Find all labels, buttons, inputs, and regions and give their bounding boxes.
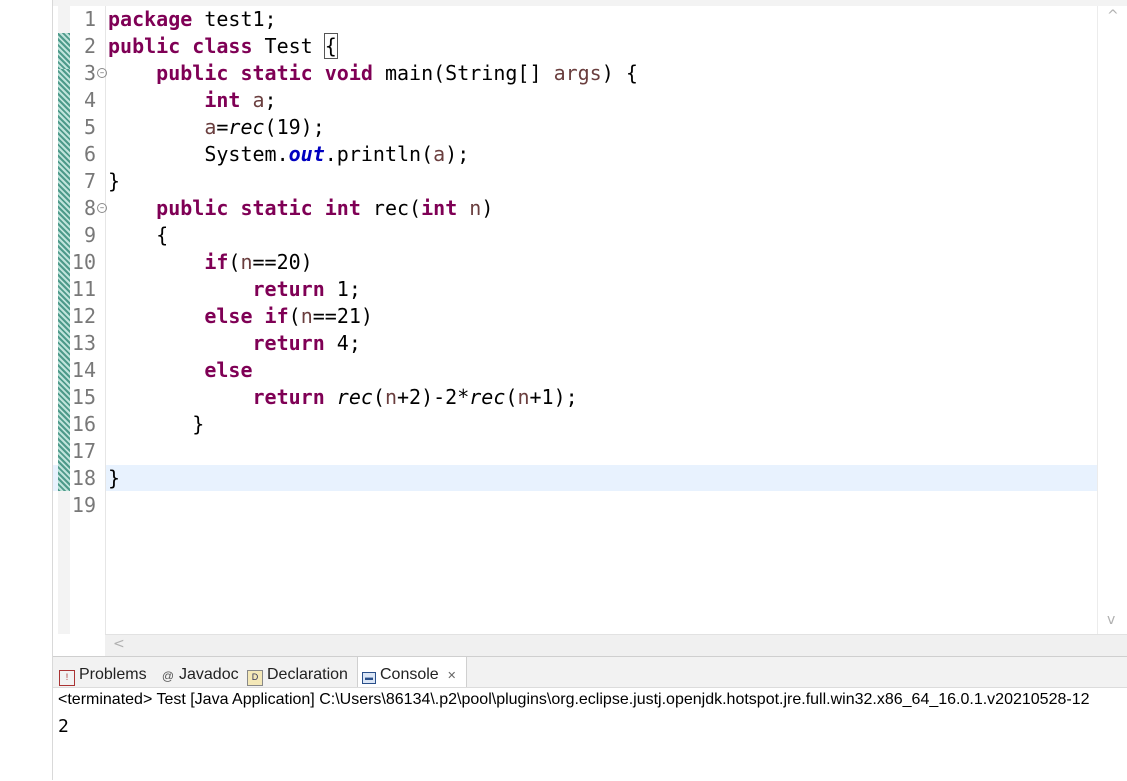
line-number: 2 — [83, 34, 96, 58]
code-line-4: int a; — [204, 88, 277, 112]
code-line-6: System.out.println(a); — [204, 142, 470, 166]
code-line-18: } — [108, 466, 121, 490]
line-number: 9 — [83, 223, 96, 247]
tab-label: Problems — [79, 666, 147, 683]
line-number: 15 — [71, 385, 96, 409]
line-number: 16 — [71, 412, 96, 436]
scroll-down-icon[interactable]: v — [1107, 612, 1115, 628]
line-number: 10 — [71, 250, 96, 274]
code-line-13: return 4; — [252, 331, 361, 355]
console-icon: ▬ — [362, 672, 376, 684]
console-status-line: <terminated> Test [Java Application] C:\… — [58, 691, 1090, 708]
code-line-16: } — [192, 412, 205, 436]
code-line-10: if(n==20) — [204, 250, 313, 274]
scroll-up-icon[interactable]: ^ — [1107, 8, 1119, 24]
console-output[interactable]: 2 — [58, 715, 69, 739]
fold-collapse-icon[interactable]: − — [97, 68, 107, 78]
line-number: 8 — [83, 196, 96, 220]
problems-icon: ! — [59, 670, 75, 686]
code-line-3: public static void main(String[] args) { — [156, 61, 638, 85]
line-number: 3 — [83, 61, 96, 85]
code-line-15: return rec(n+2)-2*rec(n+1); — [252, 385, 578, 409]
matching-brace: { — [323, 33, 338, 59]
view-tab-bar: ! Problems @ Javadoc D Declaration ▬ Console… — [53, 657, 1127, 688]
quick-diff-marker — [58, 69, 70, 491]
line-number: 17 — [71, 439, 96, 463]
horizontal-scrollbar[interactable]: < > — [105, 634, 1127, 657]
tab-label: Console — [380, 666, 439, 683]
code-line-1: package test1; — [108, 7, 277, 31]
line-number: 11 — [71, 277, 96, 301]
line-number: 6 — [83, 142, 96, 166]
tab-label: Declaration — [267, 666, 348, 683]
fold-collapse-icon[interactable]: − — [97, 203, 107, 213]
current-line-highlight — [53, 465, 1097, 491]
code-line-14: else — [204, 358, 253, 382]
declaration-icon: D — [247, 670, 263, 686]
code-line-8: public static int rec(int n) — [156, 196, 494, 220]
scroll-left-icon[interactable]: < — [113, 636, 125, 652]
tab-problems[interactable]: ! Problems — [59, 657, 147, 687]
quick-diff-marker — [58, 33, 70, 69]
tab-console[interactable]: ▬ Console ✕ — [357, 657, 468, 687]
code-line-7: } — [108, 169, 121, 193]
code-line-5: a=rec(19); — [204, 115, 325, 139]
javadoc-icon: @ — [161, 669, 175, 683]
line-number: 19 — [71, 493, 96, 517]
close-icon[interactable]: ✕ — [447, 670, 456, 682]
line-number: 14 — [71, 358, 96, 382]
code-line-2: public class Test { — [108, 33, 338, 59]
console-view: ! Problems @ Javadoc D Declaration ▬ Console… — [53, 656, 1127, 781]
left-margin-panel — [0, 0, 53, 780]
line-number: 12 — [71, 304, 96, 328]
code-line-12: else if(n==21) — [204, 304, 373, 328]
line-number: 7 — [83, 169, 96, 193]
tab-label: Javadoc — [179, 666, 239, 683]
vertical-scrollbar[interactable]: ^ v — [1097, 6, 1127, 634]
line-number: 13 — [71, 331, 96, 355]
tab-javadoc[interactable]: @ Javadoc — [161, 657, 239, 687]
line-number: 1 — [83, 7, 96, 31]
code-line-11: return 1; — [252, 277, 361, 301]
code-line-9: { — [156, 223, 169, 247]
line-number: 18 — [71, 466, 96, 490]
tab-declaration[interactable]: D Declaration — [247, 657, 348, 687]
line-number: 5 — [83, 115, 96, 139]
code-editor[interactable]: 1 2 3 − 4 5 6 7 8 − 9 10 11 12 13 14 15 … — [53, 6, 1127, 657]
line-number: 4 — [83, 88, 96, 112]
